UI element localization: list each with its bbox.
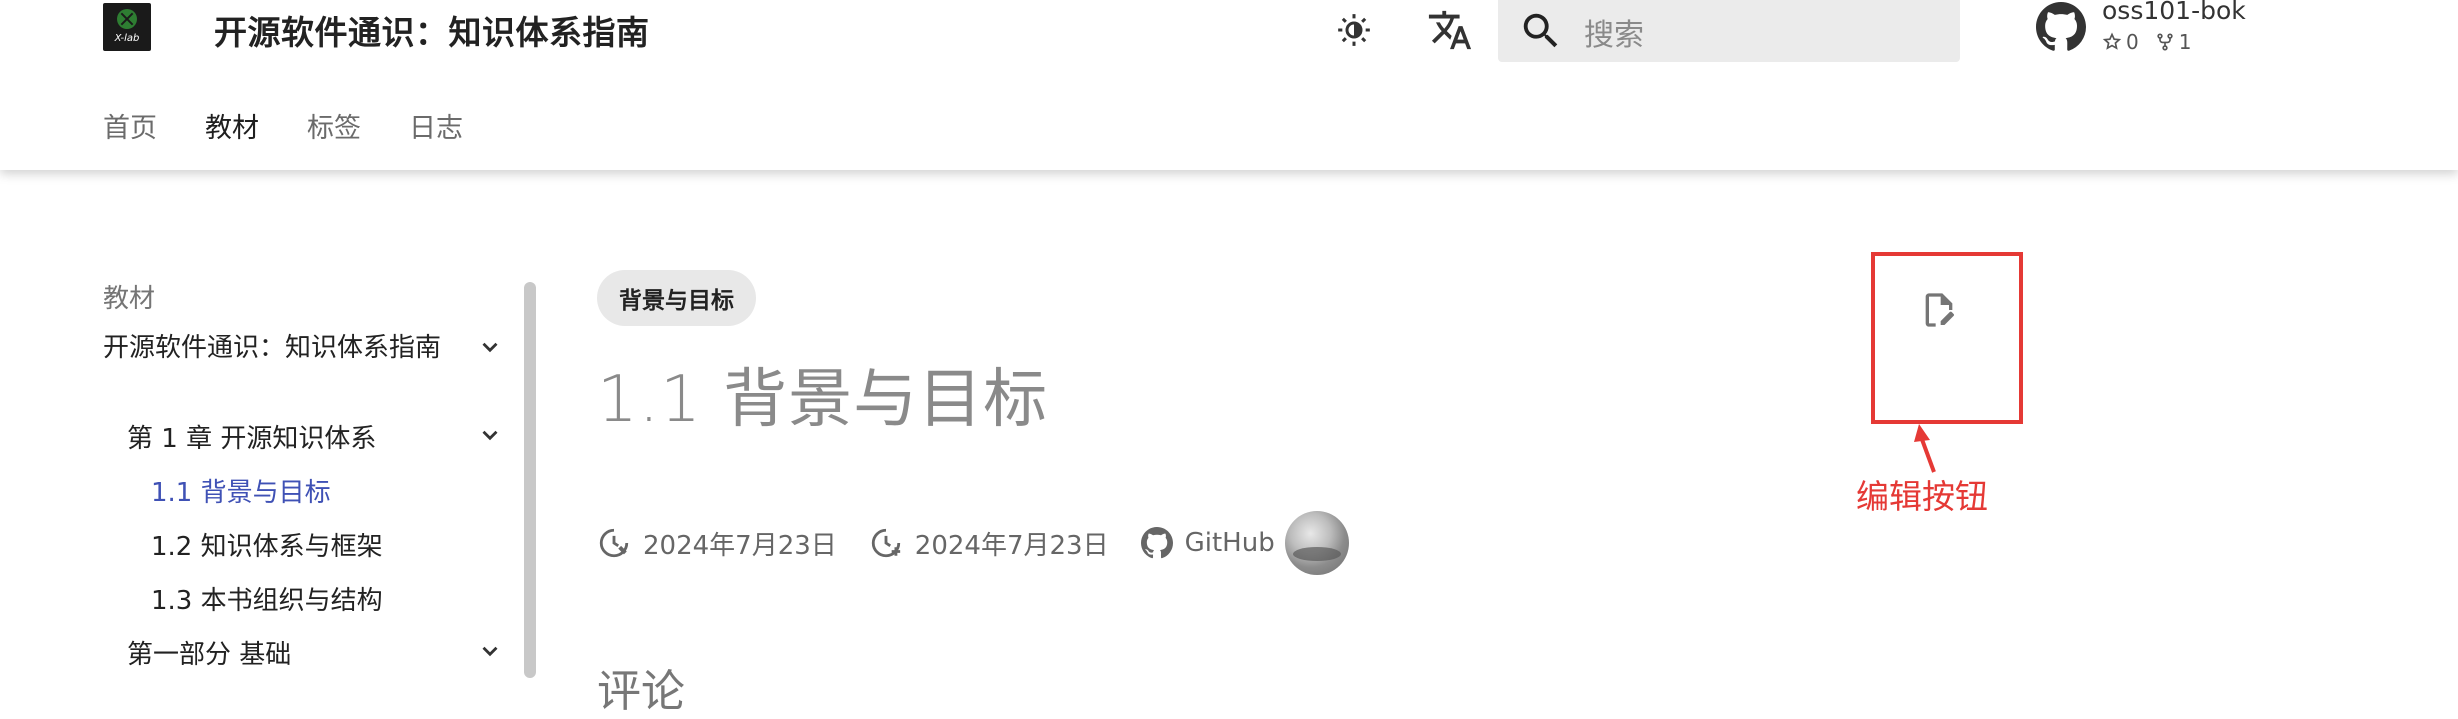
sidebar-item-label: 开源软件通识：知识体系指南: [103, 333, 442, 363]
updated-date: 2024年7月23日: [869, 525, 1109, 562]
top-tabs: 首页 教材 标签 日志: [103, 106, 511, 145]
sidebar-item-book[interactable]: 开源软件通识：知识体系指南: [103, 330, 503, 366]
sidebar-heading: 教材: [103, 284, 156, 314]
created-date-text: 2024年7月23日: [643, 530, 837, 561]
x-lab-logo[interactable]: X-lab: [103, 3, 151, 51]
github-source-link[interactable]: GitHub: [1140, 511, 1349, 575]
github-icon: [1140, 527, 1173, 559]
github-source-label: GitHub: [1184, 528, 1275, 558]
search-placeholder[interactable]: 搜索: [1584, 10, 1644, 54]
created-date: 2024年7月23日: [597, 525, 837, 562]
tab-changelog[interactable]: 日志: [409, 106, 463, 145]
chevron-down-icon[interactable]: [477, 334, 503, 360]
chevron-down-icon[interactable]: [477, 422, 503, 448]
sidebar-item-1-1[interactable]: 1.1 背景与目标: [151, 472, 503, 509]
translate-icon: [1428, 10, 1472, 50]
theme-toggle-button[interactable]: [1330, 6, 1378, 54]
forks-count: 1: [2178, 30, 2192, 54]
sidebar-item-label: 1.2 知识体系与框架: [151, 532, 383, 562]
comments-heading: 评论: [597, 666, 685, 717]
category-chip[interactable]: 背景与目标: [597, 270, 756, 326]
repo-stats: 0 1: [2102, 30, 2207, 54]
sidebar-item-label: 第 1 章 开源知识体系: [127, 424, 377, 454]
clock-plus-icon: [871, 528, 900, 558]
page-meta: 2024年7月23日 2024年7月23日 GitHub: [597, 510, 1381, 576]
updated-date-text: 2024年7月23日: [914, 530, 1109, 561]
repo-name: oss101-bok: [2102, 0, 2246, 25]
edit-button-annotation: 编辑按钮: [1856, 477, 1988, 516]
github-icon: [2036, 2, 2086, 51]
search-icon: [1523, 13, 1558, 48]
theme-toggle-icon: [1338, 14, 1370, 46]
star-icon: [2102, 32, 2122, 50]
clock-edit-icon: [599, 528, 629, 558]
logo-text: X-lab: [114, 33, 140, 44]
author-avatar[interactable]: [1284, 511, 1349, 575]
sidebar-scrollbar[interactable]: [524, 282, 536, 678]
search-box[interactable]: 搜索: [1498, 0, 1960, 62]
sidebar-item-part-1[interactable]: 第一部分 基础: [127, 634, 503, 671]
sidebar-item-1-3[interactable]: 1.3 本书组织与结构: [151, 580, 503, 617]
sidebar-item-label: 1.1 背景与目标: [151, 478, 331, 508]
site-title[interactable]: 开源软件通识：知识体系指南: [214, 6, 650, 54]
stars-count: 0: [2126, 30, 2139, 54]
fork-icon: [2157, 33, 2173, 51]
language-button[interactable]: [1426, 4, 1474, 56]
stars-stat: 0: [2102, 30, 2139, 54]
tab-home[interactable]: 首页: [103, 106, 157, 145]
tab-textbook[interactable]: 教材: [205, 106, 259, 145]
site-header: X-lab 开源软件通识：知识体系指南 搜索 oss101-bok 0 1 首页…: [0, 0, 2458, 170]
forks-stat: 1: [2155, 30, 2192, 54]
sidebar-item-label: 1.3 本书组织与结构: [151, 586, 383, 616]
tab-tags[interactable]: 标签: [307, 106, 361, 145]
chevron-down-icon[interactable]: [477, 638, 503, 664]
sidebar-item-chapter-1[interactable]: 第 1 章 开源知识体系: [127, 418, 503, 455]
logo-mark: [117, 9, 137, 29]
sidebar-item-label: 第一部分 基础: [127, 640, 292, 670]
edit-button-highlight-box: [1871, 252, 2023, 424]
sidebar-item-1-2[interactable]: 1.2 知识体系与框架: [151, 526, 503, 563]
page-title: 1.1 背景与目标: [597, 363, 1049, 437]
